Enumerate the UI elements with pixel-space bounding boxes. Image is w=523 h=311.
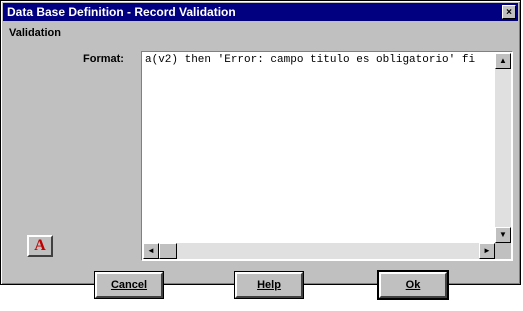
help-button[interactable]: Help (234, 271, 304, 299)
cancel-button[interactable]: Cancel (94, 271, 164, 299)
horizontal-scrollbar[interactable]: ◄ ► (143, 243, 495, 259)
format-textarea[interactable]: a(v2) then 'Error: campo titulo es oblig… (141, 51, 513, 261)
ok-button[interactable]: Ok (377, 270, 449, 300)
window-title: Data Base Definition - Record Validation (7, 5, 236, 19)
scroll-right-icon[interactable]: ► (479, 243, 495, 259)
record-validation-dialog: Data Base Definition - Record Validation… (0, 0, 521, 300)
close-icon[interactable]: × (502, 5, 516, 19)
format-text[interactable]: a(v2) then 'Error: campo titulo es oblig… (145, 54, 490, 70)
scroll-down-icon[interactable]: ▼ (495, 227, 511, 243)
scroll-thumb[interactable] (159, 243, 177, 259)
vertical-scrollbar[interactable]: ▲ ▼ (495, 53, 511, 243)
font-icon: A (34, 237, 46, 254)
scrollbar-corner (495, 243, 511, 259)
scroll-left-icon[interactable]: ◄ (143, 243, 159, 259)
title-bar: Data Base Definition - Record Validation… (3, 3, 518, 21)
format-label: Format: (83, 53, 124, 65)
font-button[interactable]: A (27, 235, 53, 257)
validation-group-label: Validation (9, 27, 61, 39)
scroll-up-icon[interactable]: ▲ (495, 53, 511, 69)
